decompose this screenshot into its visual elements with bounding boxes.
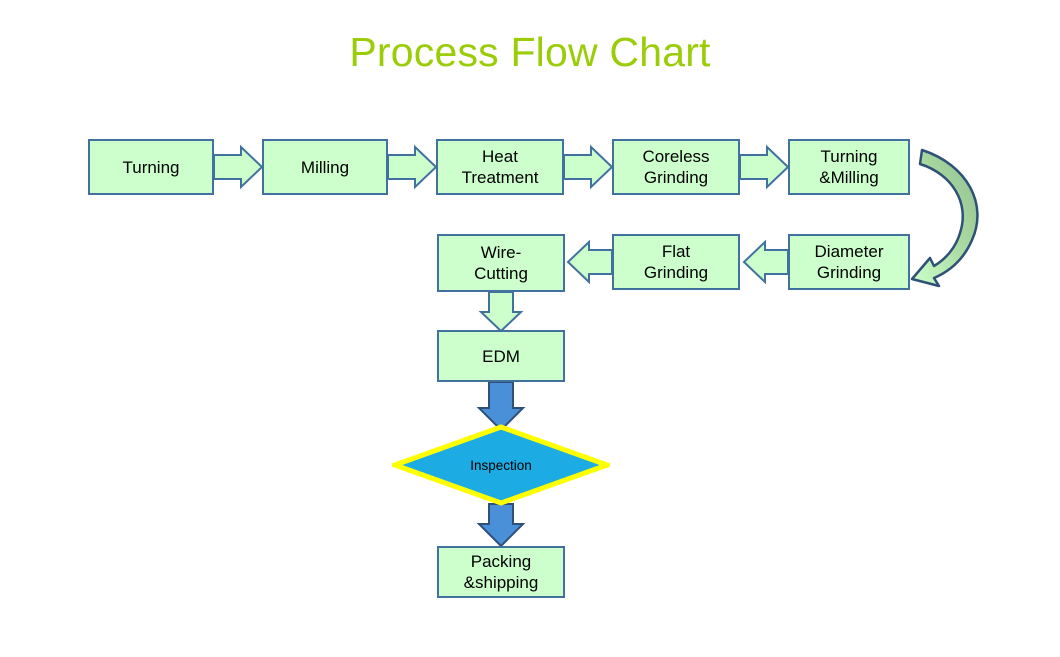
node-heat-treatment[interactable]: Heat Treatment bbox=[436, 139, 564, 195]
node-coreless-grinding[interactable]: Coreless Grinding bbox=[612, 139, 740, 195]
node-turning-milling-label: Turning &Milling bbox=[819, 147, 879, 187]
diamond-shape bbox=[387, 424, 615, 506]
node-edm-label: EDM bbox=[482, 346, 520, 366]
node-packing-shipping-label: Packing &shipping bbox=[463, 552, 539, 592]
node-wire-cutting-label: Wire- Cutting bbox=[474, 243, 528, 283]
node-wire-cutting[interactable]: Wire- Cutting bbox=[437, 234, 565, 292]
node-packing-shipping[interactable]: Packing &shipping bbox=[437, 546, 565, 598]
arrow-inspection-to-packing-shipping bbox=[476, 503, 526, 548]
node-flat-grinding[interactable]: Flat Grinding bbox=[612, 234, 740, 290]
arrow-edm-to-inspection bbox=[476, 381, 526, 432]
node-coreless-grinding-label: Coreless Grinding bbox=[642, 147, 710, 187]
arrow-wire-cutting-to-edm bbox=[478, 291, 524, 333]
node-turning-label: Turning bbox=[122, 157, 180, 177]
node-milling[interactable]: Milling bbox=[262, 139, 388, 195]
node-diameter-grinding-label: Diameter Grinding bbox=[814, 242, 884, 282]
arrow-milling-to-heat-treatment bbox=[387, 144, 438, 190]
arrow-coreless-grinding-to-turning-milling bbox=[739, 144, 790, 190]
node-edm[interactable]: EDM bbox=[437, 330, 565, 382]
node-heat-treatment-label: Heat Treatment bbox=[461, 147, 539, 187]
node-diameter-grinding[interactable]: Diameter Grinding bbox=[788, 234, 910, 290]
node-flat-grinding-label: Flat Grinding bbox=[643, 242, 709, 282]
node-inspection[interactable]: Inspection bbox=[387, 424, 615, 506]
node-turning-milling[interactable]: Turning &Milling bbox=[788, 139, 910, 195]
arrow-heat-treatment-to-coreless-grinding bbox=[563, 144, 614, 190]
node-turning[interactable]: Turning bbox=[88, 139, 214, 195]
arrow-flat-grinding-to-wire-cutting bbox=[566, 239, 613, 285]
arrow-diameter-grinding-to-flat-grinding bbox=[742, 239, 789, 285]
flowchart-canvas: Process Flow Chart Turning Milling Heat … bbox=[0, 0, 1060, 657]
node-milling-label: Milling bbox=[300, 157, 350, 177]
arrow-turning-to-milling bbox=[213, 144, 264, 190]
arrow-turning-milling-to-diameter-grinding bbox=[910, 148, 979, 288]
